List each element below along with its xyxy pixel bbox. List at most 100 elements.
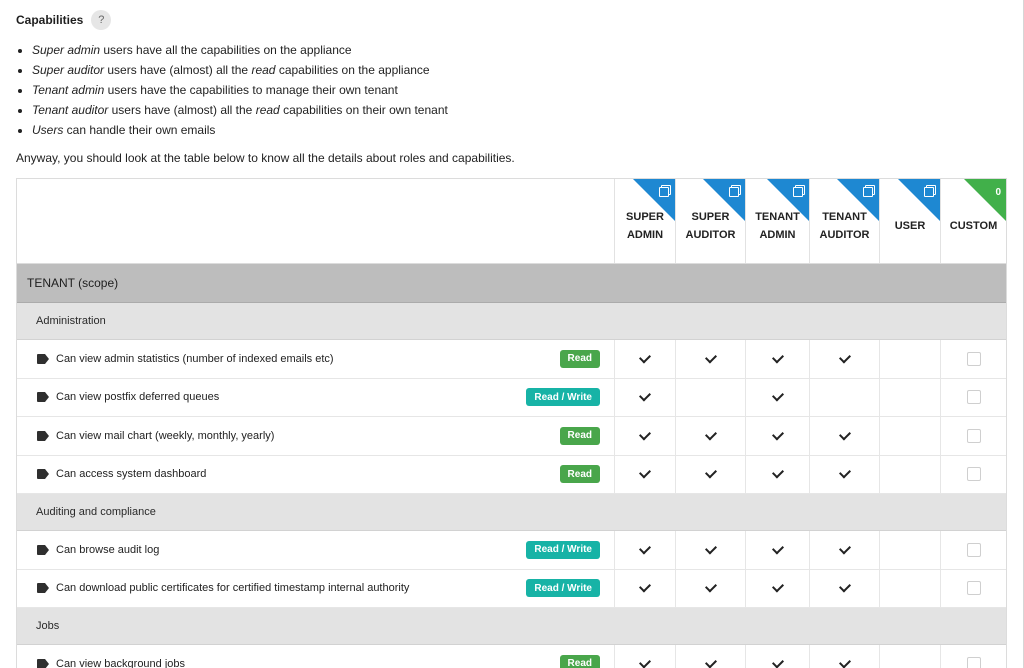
page-title: Capabilities	[16, 13, 84, 27]
capability-label: Can download public certificates for cer…	[37, 570, 409, 608]
column-header-tenant-admin: TENANT ADMIN	[745, 179, 809, 263]
table-body: TENANT (scope) Administration Can view adm…	[17, 264, 1006, 668]
check-icon	[704, 542, 717, 555]
capability-text: Can download public certificates for cer…	[56, 582, 410, 595]
help-button[interactable]: ?	[91, 10, 112, 30]
role-cell	[614, 378, 675, 416]
role-text: users have (almost) all the	[108, 103, 256, 117]
copy-icon[interactable]	[863, 185, 875, 197]
role-cell	[809, 378, 879, 416]
table-row: Can view mail chart (weekly, monthly, ye…	[17, 417, 1006, 456]
scope-header: TENANT (scope)	[17, 264, 1006, 303]
check-icon	[771, 351, 784, 364]
read-write-badge: Read / Write	[526, 579, 600, 598]
capability-label: Can view background jobs	[37, 645, 185, 668]
check-icon	[838, 542, 851, 555]
custom-cell	[940, 645, 1006, 668]
column-header-super-admin: SUPER ADMIN	[614, 179, 675, 263]
section-header: Auditing and compliance	[17, 494, 1006, 531]
check-icon	[771, 389, 784, 402]
role-item: Super admin users have all the capabilit…	[32, 40, 448, 60]
role-cell	[675, 455, 745, 493]
custom-cell	[940, 340, 1006, 378]
role-cell	[675, 340, 745, 378]
tag-icon	[37, 658, 49, 668]
read-badge: Read	[559, 465, 600, 484]
check-icon	[838, 466, 851, 479]
tag-icon	[37, 353, 49, 364]
section-header: Jobs	[17, 608, 1006, 645]
role-cell	[675, 569, 745, 607]
check-icon	[638, 466, 652, 479]
role-cell	[614, 569, 675, 607]
capability-text: Can view admin statistics (number of ind…	[56, 352, 334, 365]
copy-icon[interactable]	[793, 185, 805, 197]
custom-cell	[940, 378, 1006, 416]
check-icon	[638, 428, 652, 441]
info-note: Anyway, you should look at the table bel…	[16, 151, 515, 165]
check-icon	[704, 580, 717, 593]
custom-cell	[940, 417, 1006, 455]
capability-label: Can access system dashboard	[37, 456, 206, 494]
capability-text: Can browse audit log	[56, 543, 160, 556]
tag-icon	[37, 392, 49, 403]
custom-checkbox[interactable]	[966, 390, 981, 405]
role-text-end: capabilities on their own tenant	[279, 103, 448, 117]
role-cell	[675, 378, 745, 416]
column-header-line: ADMIN	[759, 229, 796, 241]
capability-text: Can view postfix deferred queues	[56, 391, 220, 404]
check-icon	[771, 580, 784, 593]
capability-label: Can view admin statistics (number of ind…	[37, 340, 334, 378]
role-cell	[879, 645, 940, 668]
title-row: Capabilities ?	[16, 10, 112, 30]
check-icon	[704, 351, 717, 364]
tag-icon	[37, 544, 49, 555]
role-cell	[745, 569, 809, 607]
role-cell	[614, 340, 675, 378]
check-icon	[704, 656, 717, 668]
role-cell	[745, 531, 809, 569]
table-row: Can download public certificates for cer…	[17, 569, 1006, 608]
tag-icon	[37, 430, 49, 441]
role-cell	[879, 378, 940, 416]
copy-icon[interactable]	[729, 185, 741, 197]
custom-checkbox[interactable]	[966, 467, 981, 482]
role-cell	[879, 340, 940, 378]
role-emphasis: read	[255, 103, 280, 117]
check-icon	[704, 466, 717, 479]
check-icon	[771, 466, 784, 479]
role-cell	[809, 645, 879, 668]
role-cell	[745, 378, 809, 416]
custom-checkbox[interactable]	[966, 351, 981, 366]
role-cell	[809, 455, 879, 493]
role-cell	[745, 645, 809, 668]
role-text: users have (almost) all the	[104, 63, 252, 77]
role-cell	[879, 531, 940, 569]
role-text: can handle their own emails	[63, 123, 216, 137]
capabilities-table: SUPER ADMIN SUPER AUDITOR TENANT ADMIN TENANT A…	[16, 178, 1007, 668]
role-text: users have the capabilities to manage th…	[104, 83, 398, 97]
section-header: Administration	[17, 303, 1006, 340]
role-cell	[879, 569, 940, 607]
custom-checkbox[interactable]	[966, 581, 981, 596]
capability-text: Can view mail chart (weekly, monthly, ye…	[56, 429, 275, 442]
tag-icon	[37, 583, 49, 594]
role-name: Super auditor	[32, 63, 105, 77]
column-header-user: USER	[879, 179, 940, 263]
role-cell	[745, 340, 809, 378]
role-cell	[809, 417, 879, 455]
role-name: Tenant auditor	[32, 103, 109, 117]
custom-checkbox[interactable]	[966, 542, 981, 557]
table-row: Can browse audit log Read / Write	[17, 531, 1006, 570]
custom-checkbox[interactable]	[966, 428, 981, 443]
role-cell	[675, 417, 745, 455]
custom-checkbox[interactable]	[966, 656, 981, 668]
copy-icon[interactable]	[924, 185, 936, 197]
column-header-line: ADMIN	[626, 229, 664, 241]
copy-icon[interactable]	[659, 185, 671, 197]
table-row: Can view admin statistics (number of ind…	[17, 340, 1006, 379]
check-icon	[838, 656, 851, 668]
check-icon	[638, 580, 652, 593]
role-cell	[614, 417, 675, 455]
capability-label: Can browse audit log	[37, 531, 159, 569]
